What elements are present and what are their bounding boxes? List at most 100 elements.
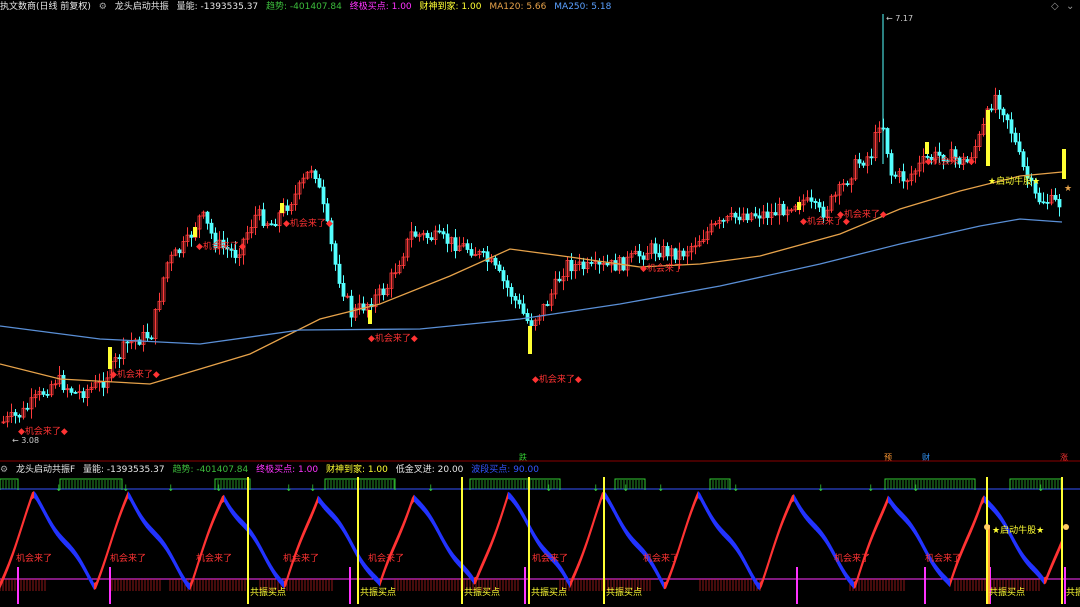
oscillator-segment — [58, 530, 60, 541]
candle-body — [509, 287, 514, 297]
down-arrow-icon: ↓ — [732, 484, 740, 494]
oscillator-segment — [436, 523, 438, 535]
oscillator-segment — [216, 505, 218, 518]
oscillator-segment — [826, 536, 828, 547]
oscillator-segment — [882, 505, 884, 517]
oscillator-segment — [226, 498, 228, 509]
oscillator-segment — [34, 491, 36, 501]
oscillator-segment — [8, 557, 10, 571]
oscillator-segment — [206, 530, 208, 543]
oscillator-segment — [842, 565, 844, 576]
candle-body — [497, 264, 502, 271]
oscillator-segment — [900, 509, 902, 519]
oscillator-segment — [572, 572, 574, 584]
oscillator-segment — [354, 545, 356, 556]
oscillator-segment — [614, 506, 616, 518]
oscillator-segment — [160, 535, 162, 546]
candle-body — [1021, 151, 1026, 167]
oscillator-segment — [328, 507, 330, 517]
price-chart[interactable]: ◆机会来了◆ ◆机会来了◆ ◆机会来了◆ ◆机会来了◆ ◆机会来了◆ ◆机会来了◆ ◆机会来… — [0, 12, 1080, 462]
oscillator-segment — [680, 535, 682, 550]
oscillator-segment — [104, 553, 106, 567]
oscillator-segment — [306, 519, 308, 532]
price-chart-canvas[interactable]: ◆机会来了◆ ◆机会来了◆ ◆机会来了◆ ◆机会来了◆ ◆机会来了◆ ◆机会来了◆ ◆机会来… — [0, 12, 1080, 462]
settings-icon[interactable]: ⚙ — [0, 465, 8, 475]
candle-body — [681, 250, 686, 257]
candle-body — [501, 270, 506, 282]
oscillator-segment — [364, 561, 366, 572]
settings-icon[interactable]: ⚙ — [99, 2, 107, 12]
oscillator-segment — [168, 547, 170, 558]
oscillator-segment — [276, 571, 278, 582]
diamond-icon[interactable]: ◇ — [1051, 1, 1059, 12]
oscillator-segment — [272, 565, 274, 576]
oscillator-segment — [876, 519, 878, 531]
oscillator-segment — [888, 495, 890, 505]
candle-body — [1013, 132, 1018, 143]
oscillator-segment — [478, 566, 480, 579]
oscillator-segment — [264, 551, 266, 563]
oscillator-segment — [620, 518, 622, 529]
buy-point-label: 共振买点 — [989, 586, 1025, 598]
oscillator-segment — [170, 550, 172, 562]
oscillator-segment — [726, 532, 728, 542]
oscillator-segment — [916, 529, 918, 541]
oscillator-segment — [1018, 545, 1020, 556]
stock-title[interactable]: 执文数商(日线 前复权) — [0, 2, 91, 12]
down-arrow-icon: ↓ — [167, 484, 175, 494]
candle-body — [337, 263, 342, 284]
oscillator-segment — [802, 507, 804, 518]
oscillator-segment — [210, 519, 212, 532]
oscillator-segment — [684, 523, 686, 537]
oscillator-segment — [880, 509, 882, 522]
oscillator-segment — [1016, 541, 1018, 553]
oscillator-segment — [516, 500, 518, 511]
candle-body — [73, 391, 78, 394]
oscillator-segment — [464, 565, 466, 575]
candle-body — [513, 296, 518, 301]
oscillator-segment — [1048, 566, 1050, 579]
candle-body — [517, 299, 522, 305]
oscillator-segment — [658, 571, 660, 582]
indicator-chart[interactable]: ↓ ↓ ↓ ↓ ↓ ↓ ↓ ↓ ↓ ↓ ↓ ↓ ↓ ↓ ↓ ↓ 机会来了 机会来了 机会来了 机会来了 机会来了 机会来了… — [0, 477, 1080, 604]
down-arrow-icon: ↓ — [622, 484, 630, 494]
oscillator-segment — [64, 537, 66, 547]
oscillator-segment — [118, 511, 120, 525]
oscillator-segment — [452, 551, 454, 562]
oscillator-segment — [844, 568, 846, 579]
oscillator-segment — [234, 510, 236, 520]
oscillator-segment — [342, 523, 344, 534]
oscillator-segment — [718, 523, 720, 533]
oscillator-segment — [236, 512, 238, 523]
oscillator-segment — [772, 542, 774, 556]
oscillator-segment — [576, 562, 578, 575]
oscillator-segment — [606, 493, 608, 504]
oscillator-segment — [188, 582, 190, 590]
oscillator-segment — [308, 515, 310, 527]
signal-label: ◆机会来了◆ — [283, 217, 333, 229]
oscillator-segment — [410, 497, 412, 511]
oscillator-segment — [1030, 561, 1032, 571]
candle-body — [209, 222, 214, 234]
oscillator-segment — [428, 510, 430, 521]
oscillator-segment — [704, 500, 706, 512]
oscillator-segment — [30, 492, 32, 506]
oscillator-segment — [40, 500, 42, 511]
oscillator-segment — [136, 504, 138, 516]
candle-body — [149, 337, 154, 340]
chevron-down-icon[interactable]: ⌄ — [1066, 1, 1074, 12]
indicator-chart-canvas[interactable]: ↓ ↓ ↓ ↓ ↓ ↓ ↓ ↓ ↓ ↓ ↓ ↓ ↓ ↓ ↓ ↓机会来了 机会来了 机会来了 机会来了 机会来了 机会来了… — [0, 477, 1080, 604]
indicator-name[interactable]: 龙头启动共振 — [115, 2, 169, 12]
oscillator-segment — [400, 524, 402, 537]
signal-label: ◆机会来了◆ — [837, 208, 887, 220]
candle-body — [781, 203, 786, 216]
candle-body — [893, 174, 898, 177]
high-price-label: ← 7.17 — [886, 14, 913, 23]
candle-body — [937, 151, 942, 156]
down-arrow-icon: ↓ — [427, 484, 435, 494]
oscillator-segment — [812, 520, 814, 530]
oscillator-segment — [222, 494, 224, 504]
oscillator-segment — [1020, 548, 1022, 559]
sub-indicator-name[interactable]: 龙头启动共振F — [16, 465, 75, 475]
oscillator-segment — [794, 494, 796, 505]
